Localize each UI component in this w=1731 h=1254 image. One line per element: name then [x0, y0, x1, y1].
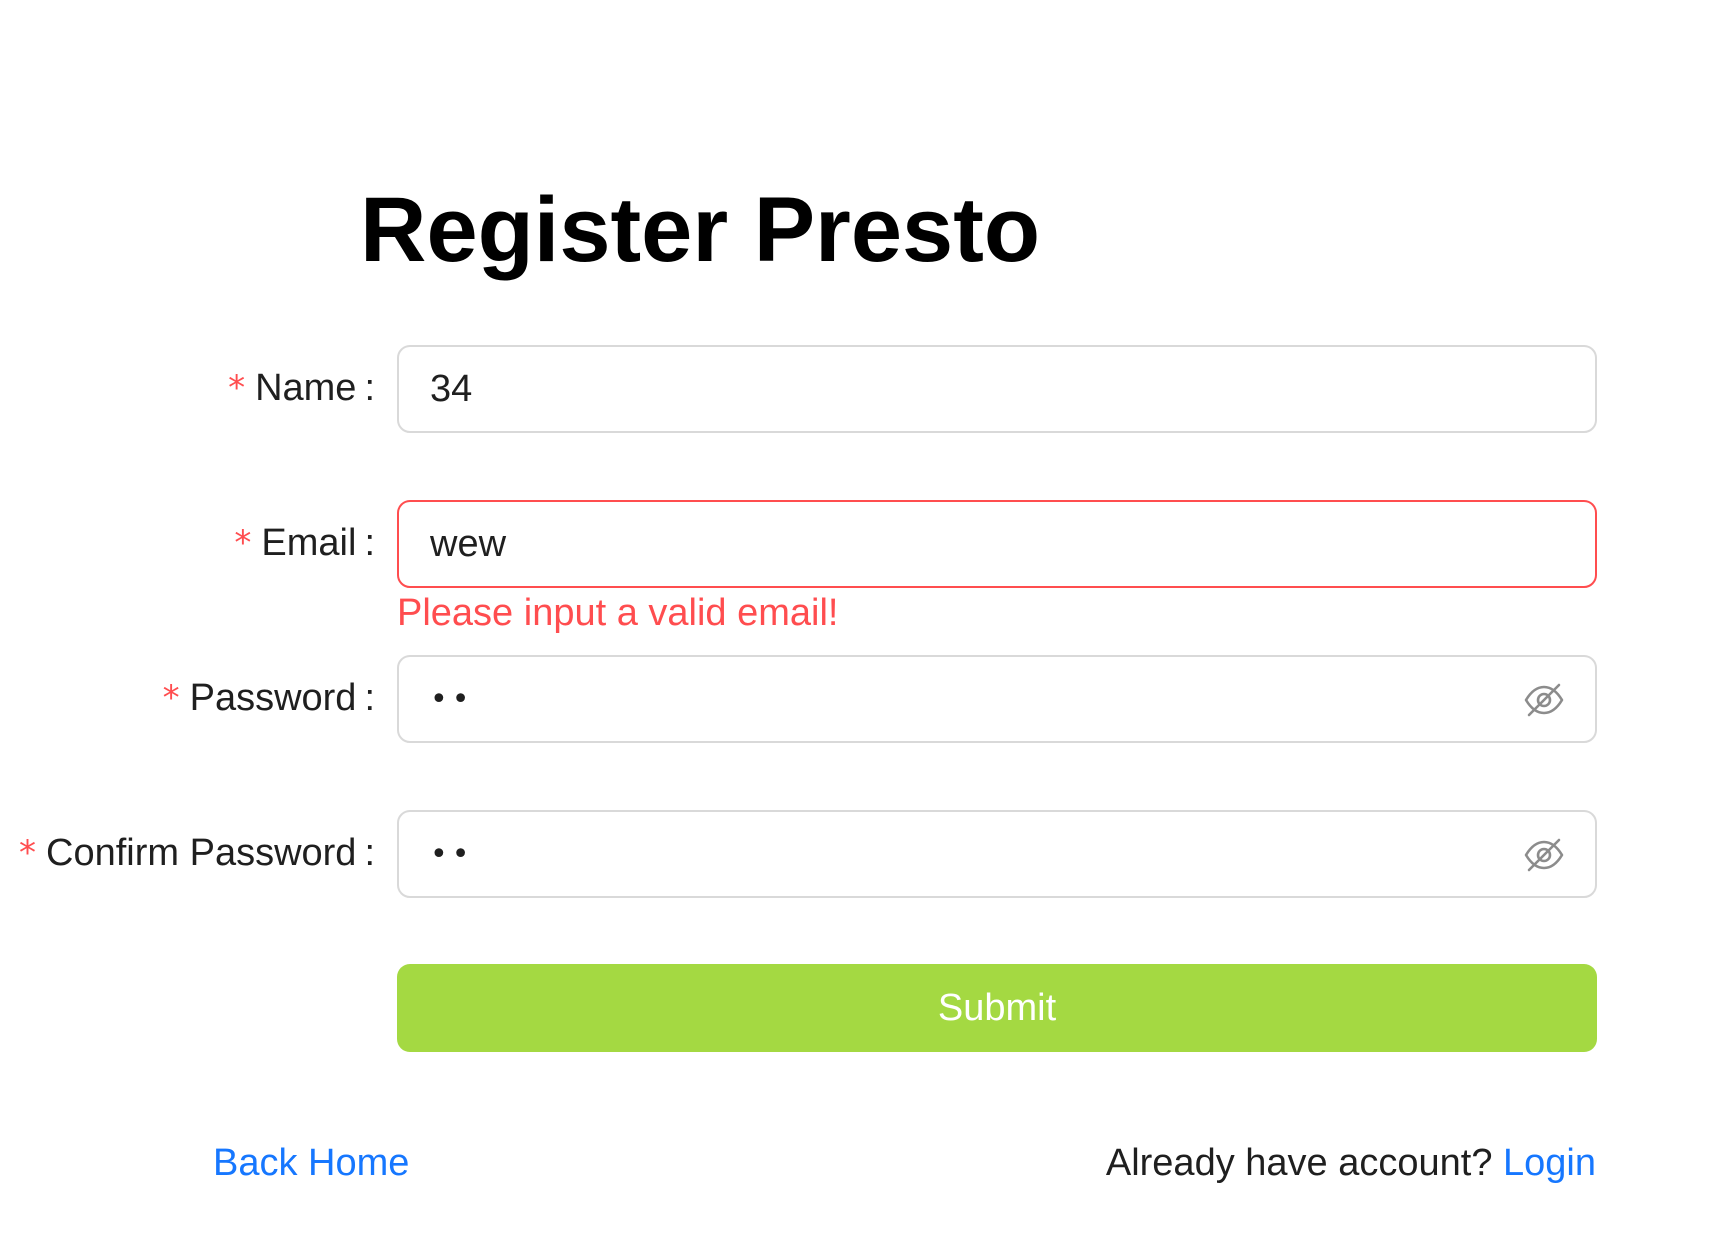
login-link[interactable]: Login: [1503, 1142, 1596, 1184]
label-colon: :: [364, 366, 375, 409]
email-input[interactable]: [399, 504, 1510, 584]
back-home-link[interactable]: Back Home: [213, 1142, 409, 1185]
register-page: Register Presto * Name : * Email : Pleas…: [0, 0, 1731, 1254]
name-label: * Name :: [228, 345, 375, 431]
confirm-password-form-item: * Confirm Password : ••: [0, 810, 1731, 898]
email-label: * Email :: [234, 500, 375, 586]
email-form-item: * Email :: [0, 500, 1731, 588]
password-form-item: * Password : ••: [0, 655, 1731, 743]
name-form-item: * Name :: [0, 345, 1731, 433]
password-label-text: Password: [189, 676, 357, 719]
label-colon: :: [364, 676, 375, 719]
password-label: * Password :: [163, 655, 375, 741]
confirm-password-input[interactable]: ••: [397, 810, 1597, 898]
email-error-message: Please input a valid email!: [397, 592, 839, 634]
required-mark: *: [19, 833, 37, 873]
required-mark: *: [228, 368, 246, 408]
name-input[interactable]: [399, 349, 1510, 429]
password-input[interactable]: ••: [397, 655, 1597, 743]
required-mark: *: [234, 523, 252, 563]
required-mark: *: [162, 678, 180, 718]
submit-button[interactable]: Submit: [397, 964, 1597, 1052]
already-have-account: Already have account? Login: [1106, 1142, 1596, 1185]
password-masked-value: ••: [430, 681, 474, 717]
already-have-account-text: Already have account?: [1105, 1142, 1493, 1184]
confirm-password-masked-value: ••: [430, 836, 474, 872]
label-colon: :: [364, 831, 375, 874]
name-label-text: Name: [255, 366, 357, 409]
name-input-wrapper: [397, 345, 1597, 433]
confirm-password-label: * Confirm Password :: [19, 810, 375, 896]
email-input-wrapper: [397, 500, 1597, 588]
eye-invisible-icon[interactable]: [1523, 679, 1565, 721]
confirm-password-label-text: Confirm Password: [46, 831, 357, 874]
email-label-text: Email: [261, 521, 357, 564]
eye-invisible-icon[interactable]: [1523, 834, 1565, 876]
label-colon: :: [364, 521, 375, 564]
page-title: Register Presto: [360, 179, 1041, 281]
